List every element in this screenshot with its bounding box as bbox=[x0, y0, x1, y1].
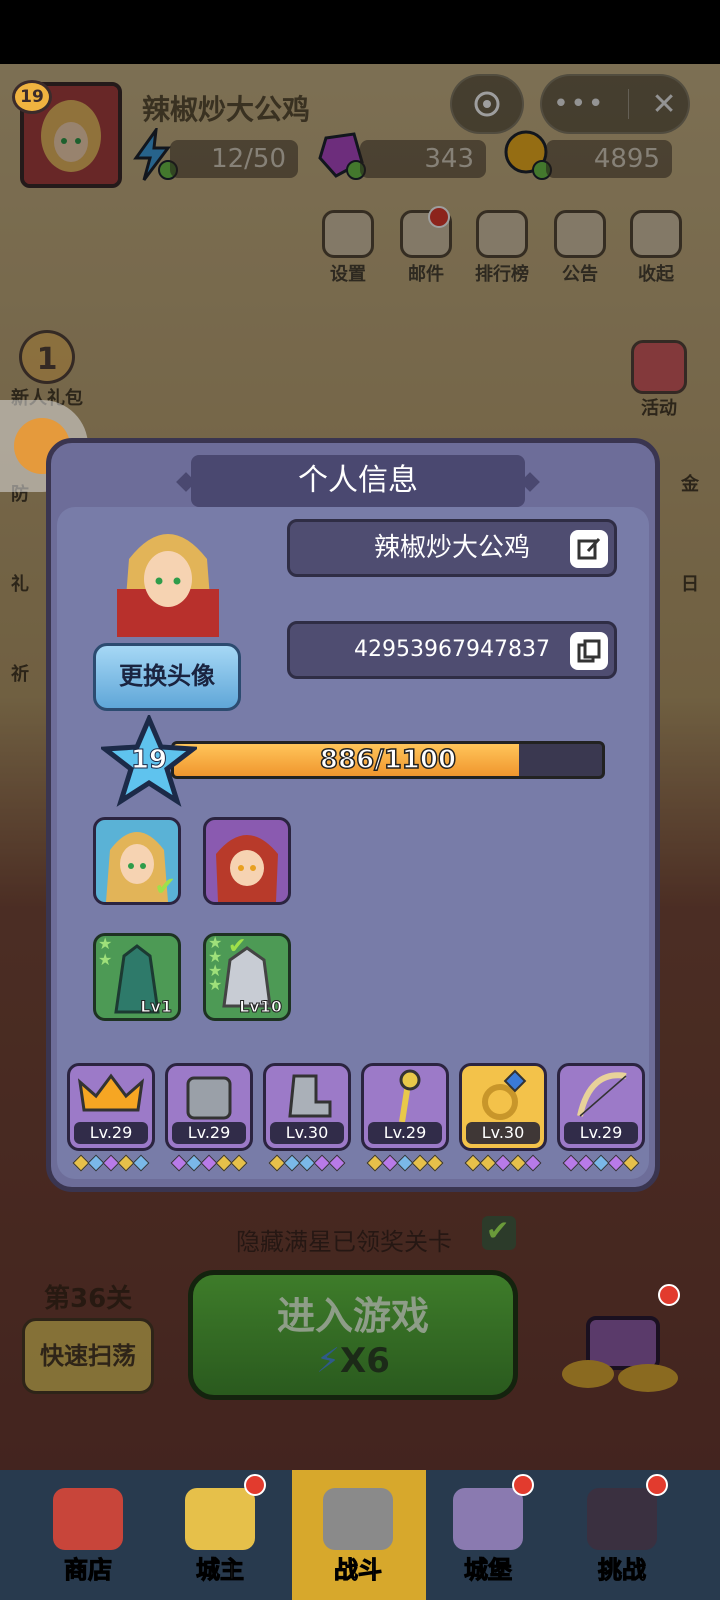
skin-slot-2[interactable] bbox=[203, 817, 291, 905]
player-id-value: 42953967947837 bbox=[354, 637, 550, 662]
nav-battle[interactable]: 战斗 bbox=[308, 1474, 408, 1598]
edit-icon bbox=[577, 537, 601, 560]
check-icon: ✔ bbox=[486, 1214, 510, 1247]
pet-slot-2[interactable]: ★ ★ ★ ★ ✔ Lv10 bbox=[203, 933, 291, 1021]
player-name-value: 辣椒炒大公鸡 bbox=[373, 533, 530, 563]
pet-level: Lv1 bbox=[140, 997, 173, 1017]
ring-icon bbox=[482, 1069, 527, 1120]
level-star-icon: 19 bbox=[98, 712, 200, 807]
swords-icon bbox=[323, 1488, 393, 1550]
energy-icon: ⚡ bbox=[316, 1341, 340, 1381]
equip-gems bbox=[165, 1154, 253, 1172]
copy-id-button[interactable] bbox=[570, 632, 608, 670]
nav-castle[interactable]: 城堡 bbox=[438, 1474, 538, 1598]
nav-challenge[interactable]: 挑战 bbox=[572, 1474, 672, 1598]
level-star-number: 19 bbox=[130, 745, 168, 776]
equip-gems bbox=[263, 1154, 351, 1172]
armor-icon bbox=[186, 1076, 232, 1120]
star-icon: ★ ★ bbox=[98, 934, 113, 969]
star-icon: ★ ★ ★ ★ bbox=[208, 933, 223, 994]
enter-game-cost: ⚡X6 bbox=[316, 1341, 390, 1381]
crown-icon bbox=[77, 1073, 145, 1112]
change-avatar-button[interactable]: 更换头像 bbox=[93, 643, 241, 711]
xp-text: 886/1100 bbox=[319, 744, 457, 776]
enter-game-label: 进入游戏 bbox=[276, 1294, 429, 1338]
nav-lord[interactable]: 城主 bbox=[170, 1474, 270, 1598]
equip-gems bbox=[67, 1154, 155, 1172]
enter-game-button[interactable]: 进入游戏 ⚡X6 bbox=[188, 1270, 518, 1400]
player-name-field: 辣椒炒大公鸡 bbox=[287, 519, 617, 577]
notification-dot bbox=[646, 1474, 668, 1496]
equip-armor[interactable]: Lv.29 bbox=[165, 1063, 253, 1151]
bow-icon bbox=[577, 1072, 627, 1117]
dialog-title: 个人信息 bbox=[191, 455, 525, 507]
equip-bow[interactable]: Lv.29 bbox=[557, 1063, 645, 1151]
equip-gems bbox=[361, 1154, 449, 1172]
notification-dot bbox=[512, 1474, 534, 1496]
castle-icon bbox=[453, 1488, 523, 1550]
check-icon: ✔ bbox=[228, 934, 247, 959]
pet-level: Lv10 bbox=[239, 997, 283, 1017]
check-icon: ✔ bbox=[154, 872, 176, 902]
equip-ring[interactable]: Lv.30 bbox=[459, 1063, 547, 1151]
profile-dialog: 个人信息 更换头像 辣椒炒大公鸡 42953967947837 886/1100… bbox=[46, 438, 660, 1192]
quick-sweep-button[interactable]: 快速扫荡 bbox=[22, 1318, 154, 1394]
staff-icon bbox=[399, 1069, 421, 1123]
equip-gems bbox=[557, 1154, 645, 1172]
copy-icon bbox=[577, 639, 601, 663]
edit-name-button[interactable] bbox=[570, 530, 608, 568]
player-id-field: 42953967947837 bbox=[287, 621, 617, 679]
hide-completed-checkbox[interactable]: ✔ bbox=[482, 1214, 516, 1250]
crown-icon bbox=[185, 1488, 255, 1550]
stage-label: 第36关 bbox=[44, 1284, 133, 1314]
skin-slot-selected[interactable]: ✔ bbox=[93, 817, 181, 905]
equip-staff[interactable]: Lv.29 bbox=[361, 1063, 449, 1151]
player-level-badge: 19 bbox=[12, 80, 52, 114]
chest-notification-dot bbox=[658, 1284, 680, 1306]
pet-slot-1[interactable]: ★ ★ Lv1 bbox=[93, 933, 181, 1021]
boot-icon bbox=[288, 1074, 332, 1118]
equip-crown[interactable]: Lv.29 bbox=[67, 1063, 155, 1151]
shop-icon bbox=[53, 1488, 123, 1550]
equip-boots[interactable]: Lv.30 bbox=[263, 1063, 351, 1151]
bomb-icon bbox=[587, 1488, 657, 1550]
equip-gems bbox=[459, 1154, 547, 1172]
notification-dot bbox=[244, 1474, 266, 1496]
xp-bar: 886/1100 bbox=[171, 741, 605, 779]
nav-shop[interactable]: 商店 bbox=[38, 1474, 138, 1598]
hide-completed-label: 隐藏满星已领奖关卡 bbox=[236, 1228, 452, 1256]
profile-avatar bbox=[109, 519, 227, 637]
status-bar bbox=[0, 0, 720, 64]
treasure-chest-icon[interactable] bbox=[548, 1284, 688, 1398]
